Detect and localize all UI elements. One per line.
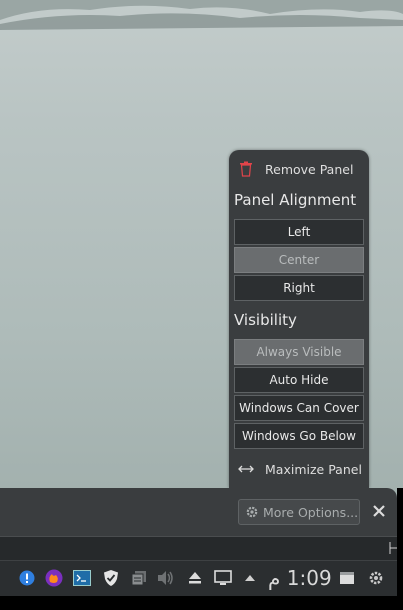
panel-ruler[interactable] — [0, 536, 403, 560]
volume-icon[interactable] — [157, 569, 175, 587]
info-icon[interactable] — [18, 569, 36, 587]
gear-icon — [245, 505, 259, 519]
terminal-icon[interactable] — [73, 569, 91, 587]
clipboard-icon[interactable] — [130, 569, 148, 587]
more-options-button[interactable]: More Options... — [238, 499, 360, 525]
more-options-label: More Options... — [263, 504, 359, 520]
arrow-up-icon[interactable] — [241, 569, 259, 587]
alignment-center-button[interactable]: Center — [234, 247, 364, 273]
panel-settings-menu: Remove Panel Panel Alignment Left Center… — [229, 150, 369, 488]
show-desktop-icon[interactable] — [338, 569, 356, 587]
remove-panel-item[interactable]: Remove Panel — [237, 158, 363, 180]
trash-icon — [237, 160, 255, 178]
always-visible-button[interactable]: Always Visible — [234, 339, 364, 365]
alignment-left-button[interactable]: Left — [234, 219, 364, 245]
firefox-icon[interactable] — [45, 569, 63, 587]
mountains-image — [0, 0, 403, 30]
display-icon[interactable] — [214, 569, 232, 587]
gear-icon[interactable] — [367, 569, 385, 587]
panel-alignment-title: Panel Alignment — [234, 191, 357, 209]
visibility-title: Visibility — [234, 311, 297, 329]
horizontal-arrows-icon — [237, 460, 255, 478]
alignment-right-button[interactable]: Right — [234, 275, 364, 301]
remove-panel-label: Remove Panel — [265, 161, 354, 177]
windows-can-cover-button[interactable]: Windows Can Cover — [234, 395, 364, 421]
maximize-panel-label: Maximize Panel — [265, 461, 362, 477]
eject-icon[interactable] — [186, 569, 204, 587]
close-icon[interactable] — [371, 503, 387, 519]
maximize-panel-item[interactable]: Maximize Panel — [237, 458, 363, 480]
screen-edge — [397, 488, 403, 596]
screen-bottom-edge — [0, 596, 403, 610]
shield-icon[interactable] — [102, 569, 120, 587]
clock[interactable]: 1:09 م — [268, 566, 332, 590]
windows-go-below-button[interactable]: Windows Go Below — [234, 423, 364, 449]
auto-hide-button[interactable]: Auto Hide — [234, 367, 364, 393]
